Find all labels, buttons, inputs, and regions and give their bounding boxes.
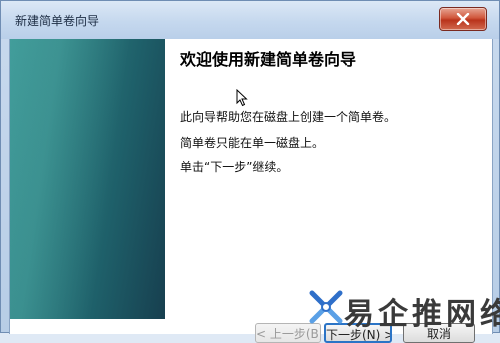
wizard-description-line-2: 简单卷只能在单一磁盘上。: [180, 136, 325, 150]
wizard-heading: 欢迎使用新建简单卷向导: [180, 50, 357, 69]
watermark-text: 易企推网络: [344, 297, 500, 332]
banner-sheen: [10, 39, 134, 319]
window-title: 新建简单卷向导: [15, 14, 100, 28]
wizard-content: 欢迎使用新建简单卷向导 此向导帮助您在磁盘上创建一个简单卷。 简单卷只能在单一磁…: [180, 49, 480, 174]
watermark-logo-icon: [309, 290, 343, 324]
wizard-description-line-3: 单击“下一步”继续。: [180, 160, 289, 174]
wizard-description-line-1: 此向导帮助您在磁盘上创建一个简单卷。: [180, 110, 397, 124]
mouse-pointer-icon: [236, 89, 248, 107]
wizard-window: 新建简单卷向导 欢迎使用新建简单卷向导 此向导帮助您在磁盘上创建一个简单卷。 简…: [0, 0, 500, 343]
title-bar[interactable]: 新建简单卷向导: [1, 1, 499, 39]
close-button[interactable]: [439, 7, 487, 31]
close-icon: [456, 13, 470, 25]
watermark: 易企推网络: [306, 285, 500, 332]
wizard-side-banner: [10, 39, 165, 319]
